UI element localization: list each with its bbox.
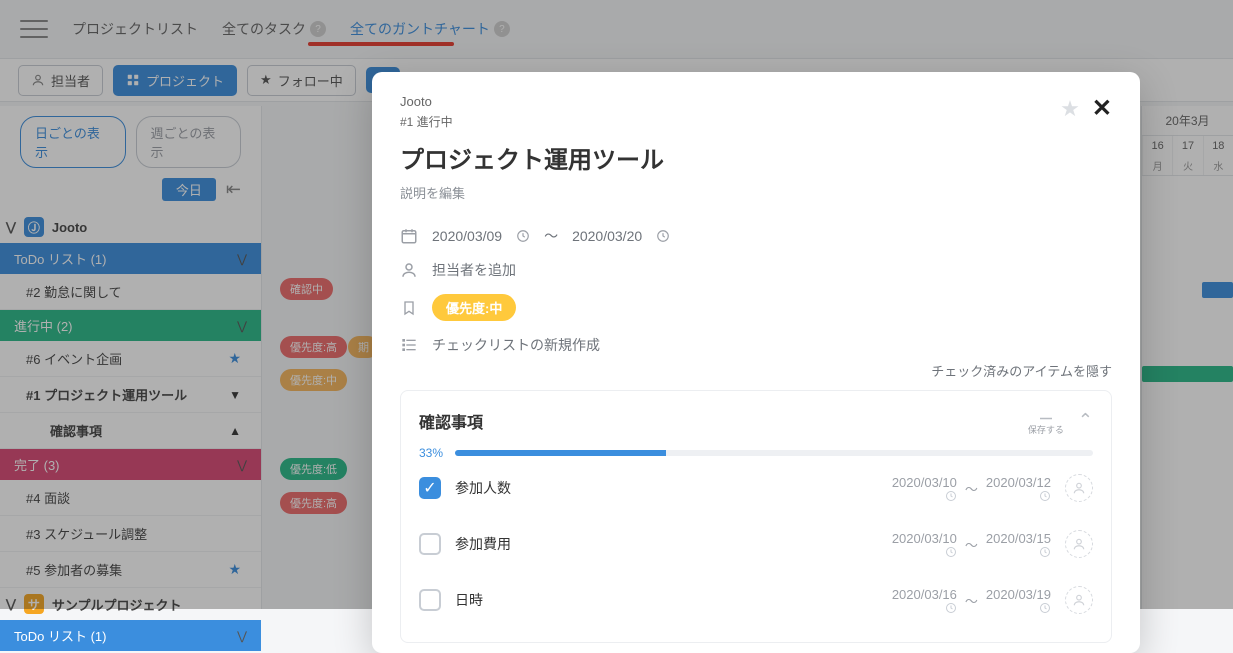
new-checklist-label: チェックリストの新規作成 [432, 335, 600, 355]
clock-icon [516, 229, 530, 243]
date-start: 2020/03/09 [432, 228, 502, 244]
checkbox[interactable]: ✓ [419, 477, 441, 499]
checklist-title: 確認事項 [419, 409, 483, 433]
meta-priority[interactable]: 優先度:中 [400, 294, 1112, 321]
add-assignee-label: 担当者を追加 [432, 260, 516, 280]
modal-status: #1 進行中 [400, 113, 453, 130]
modal-overlay[interactable]: Jooto #1 進行中 ★ ✕ プロジェクト運用ツール 説明を編集 2020/… [0, 0, 1233, 609]
clock-icon [945, 602, 957, 614]
assignee-placeholder-icon[interactable] [1065, 474, 1093, 502]
modal-breadcrumb[interactable]: Jooto [400, 94, 453, 109]
calendar-icon [400, 227, 418, 245]
checklist-item-dates[interactable]: 2020/03/10～2020/03/15 [892, 531, 1051, 558]
chevron-up-icon[interactable]: ⌃ [1078, 410, 1093, 431]
assignee-placeholder-icon[interactable] [1065, 586, 1093, 614]
checklist-item[interactable]: 日時 2020/03/16～2020/03/19 [419, 572, 1093, 628]
bookmark-icon [400, 299, 418, 317]
edit-description-button[interactable]: 説明を編集 [400, 183, 1112, 202]
favorite-star-icon[interactable]: ★ [1060, 96, 1080, 122]
checklist-item-label: 参加費用 [455, 534, 878, 554]
checklist-item[interactable]: ✓ 参加人数 2020/03/10～2020/03/12 [419, 460, 1093, 516]
checkbox[interactable] [419, 533, 441, 555]
assignee-placeholder-icon[interactable] [1065, 530, 1093, 558]
checklist-item-label: 参加人数 [455, 478, 878, 498]
hide-done-button[interactable]: チェック済みのアイテムを隠す [400, 361, 1112, 380]
priority-badge: 優先度:中 [432, 294, 516, 321]
checklist-item-label: 日時 [455, 590, 878, 610]
clock-icon [945, 490, 957, 502]
progress-percent: 33% [419, 446, 443, 460]
modal-title: プロジェクト運用ツール [400, 140, 1112, 175]
person-icon [400, 261, 418, 279]
checklist-item-dates[interactable]: 2020/03/16～2020/03/19 [892, 587, 1051, 614]
save-button[interactable]: 保存する [1028, 405, 1064, 436]
download-icon [1036, 405, 1056, 423]
list-todo-2[interactable]: ToDo リスト (1) ⋁ [0, 620, 261, 651]
clock-icon [1039, 602, 1051, 614]
save-label: 保存する [1028, 423, 1064, 436]
checklist-item[interactable]: 参加費用 2020/03/10～2020/03/15 [419, 516, 1093, 572]
clock-icon [1039, 490, 1051, 502]
task-modal: Jooto #1 進行中 ★ ✕ プロジェクト運用ツール 説明を編集 2020/… [372, 72, 1140, 653]
checkbox[interactable] [419, 589, 441, 611]
meta-assignee[interactable]: 担当者を追加 [400, 260, 1112, 280]
meta-dates[interactable]: 2020/03/09 ～ 2020/03/20 [400, 226, 1112, 246]
progress-bar [455, 450, 1093, 456]
clock-icon [1039, 546, 1051, 558]
close-icon[interactable]: ✕ [1092, 94, 1112, 123]
checklist-item-dates[interactable]: 2020/03/10～2020/03/12 [892, 475, 1051, 502]
clock-icon [656, 229, 670, 243]
clock-icon [945, 546, 957, 558]
list-label: ToDo リスト (1) [14, 626, 106, 645]
checklist: 確認事項 保存する ⌃ 33% ✓ 参加人数 2020/03/10～2020/03/… [400, 390, 1112, 643]
date-end: 2020/03/20 [572, 228, 642, 244]
checklist-icon [400, 337, 418, 353]
date-sep: ～ [544, 226, 558, 246]
meta-new-checklist[interactable]: チェックリストの新規作成 [400, 335, 1112, 355]
chevron-down-icon: ⋁ [237, 629, 247, 643]
